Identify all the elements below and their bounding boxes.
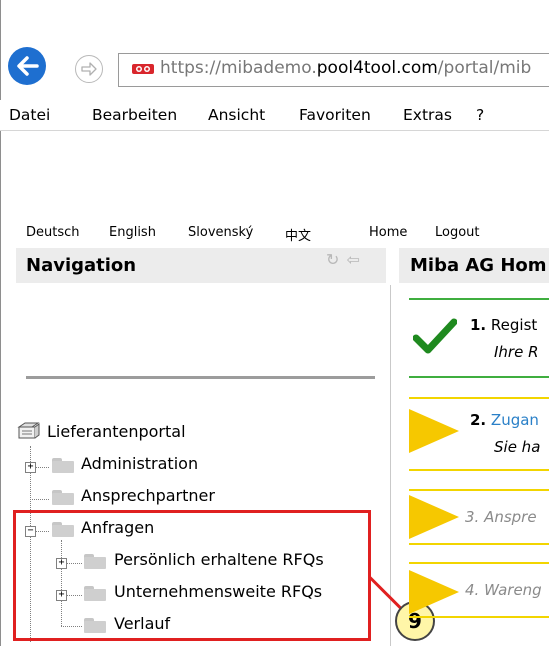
home-link[interactable]: Home [369, 225, 407, 240]
step-4-title: 4. Wareng [465, 581, 542, 599]
folder-icon [52, 490, 74, 505]
checkmark-icon [413, 318, 457, 354]
navigation-title: Navigation [26, 255, 137, 276]
menu-favoriten[interactable]: Favoriten [299, 106, 371, 124]
step-1-title: 1. Regist [470, 316, 537, 334]
menu-ansicht[interactable]: Ansicht [208, 106, 265, 124]
navigation-separator [26, 376, 375, 379]
step-2-arrow-icon [409, 409, 459, 453]
address-url[interactable]: https://mibademo.pool4tool.com/portal/mi… [160, 58, 531, 78]
portal-root-icon [17, 422, 40, 439]
step-2-link[interactable]: Zugan [491, 411, 539, 429]
lang-chinese[interactable]: 中文 [285, 225, 311, 244]
menu-bearbeiten[interactable]: Bearbeiten [92, 106, 177, 124]
navigation-header-icons: ↻ ⇦ [326, 250, 360, 269]
refresh-icon[interactable]: ↻ [326, 250, 339, 269]
step-3-arrow-icon [409, 495, 459, 539]
tree-item-ansprechpartner[interactable]: Ansprechpartner [81, 486, 215, 505]
column-divider [390, 285, 391, 646]
back-button[interactable] [8, 47, 46, 85]
menu-help[interactable]: ? [476, 106, 484, 124]
tree-connector [30, 499, 49, 500]
lang-english[interactable]: English [109, 225, 156, 240]
menu-bar [0, 100, 549, 131]
lang-slovensky[interactable]: Slovenský [188, 225, 253, 240]
step-3-bottom-border [409, 543, 549, 545]
step-2-top-border [409, 397, 549, 399]
url-scheme: https:// [160, 58, 221, 78]
step-2-number: 2. [470, 411, 487, 429]
site-certificate-icon[interactable] [131, 62, 155, 76]
collapse-icon[interactable]: ⇦ [347, 250, 360, 269]
main-title: Miba AG Hom [410, 255, 547, 276]
step-2-bottom-border [409, 469, 549, 471]
step-4-top-border [409, 562, 549, 564]
logout-link[interactable]: Logout [435, 225, 480, 240]
url-subdomain: mibademo. [220, 58, 317, 78]
step-1-number: 1. [470, 316, 487, 334]
lang-deutsch[interactable]: Deutsch [26, 225, 80, 240]
step-1-bottom-border [409, 376, 549, 378]
menu-datei[interactable]: Datei [9, 106, 50, 124]
url-domain: pool4tool.com [316, 58, 438, 78]
forward-arrow-icon [81, 62, 97, 76]
tree-connector [35, 467, 49, 468]
forward-button[interactable] [75, 55, 103, 83]
step-1-label: Regist [490, 316, 538, 334]
step-3-top-border [409, 489, 549, 491]
tree-root-lieferantenportal[interactable]: Lieferantenportal [47, 422, 186, 441]
step-1-top-border [409, 298, 549, 300]
step-1-subtitle: Ihre R [494, 343, 539, 361]
step-4-arrow-icon [409, 570, 459, 614]
back-arrow-icon [17, 56, 39, 76]
tree-item-administration[interactable]: Administration [81, 454, 198, 473]
step-3-title: 3. Anspre [465, 508, 537, 526]
highlight-box [13, 510, 371, 641]
callout-connector [368, 576, 403, 610]
window-left-border [0, 0, 1, 646]
folder-icon [52, 458, 74, 473]
step-4-bottom-border [409, 616, 549, 618]
step-2-title: 2. Zugan [470, 411, 539, 429]
menu-extras[interactable]: Extras [403, 106, 452, 124]
step-2-subtitle: Sie ha [494, 438, 541, 456]
url-path: /portal/mib [437, 58, 532, 78]
expand-administration-toggle[interactable]: + [25, 462, 36, 473]
